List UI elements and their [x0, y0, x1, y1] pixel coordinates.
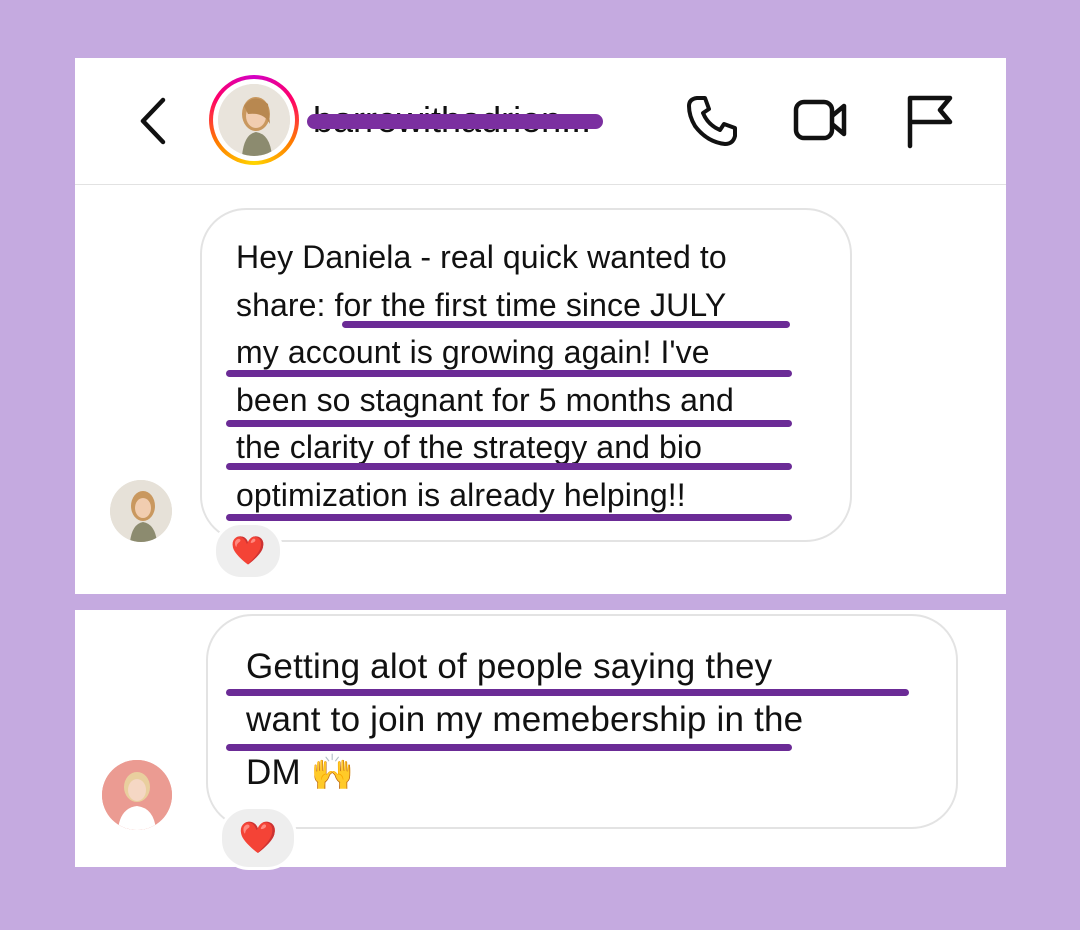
story-avatar[interactable]	[209, 75, 299, 165]
message-line: share: for the first time since JULY	[236, 286, 727, 323]
back-button[interactable]	[133, 96, 177, 146]
message-line: optimization is already helping!!	[236, 476, 686, 513]
message-text: Getting alot of people saying they want …	[246, 640, 803, 799]
report-button[interactable]	[902, 92, 960, 150]
chat-header: barrewithadrien...	[75, 58, 1006, 185]
highlight-underline	[226, 514, 792, 521]
video-camera-icon	[793, 99, 847, 141]
message-line: want to join my memebership in the	[246, 700, 804, 739]
sender-avatar[interactable]	[110, 480, 172, 542]
message-line: the clarity of the strategy and bio	[236, 429, 702, 465]
message-line: Hey Daniela - real quick wanted to	[236, 239, 727, 275]
sender-avatar[interactable]	[102, 760, 172, 830]
dm-screenshot-1: barrewithadrien... Hey Dani	[75, 58, 1006, 594]
message-line: Getting alot of people saying they	[246, 647, 773, 686]
message-line: been so stagnant for 5 months and	[236, 381, 734, 418]
highlight-underline	[226, 463, 792, 470]
avatar-photo	[218, 84, 290, 156]
audio-call-button[interactable]	[683, 92, 741, 150]
phone-icon	[687, 96, 737, 146]
highlight-underline	[226, 744, 792, 751]
video-call-button[interactable]	[792, 92, 850, 150]
heart-reaction[interactable]: ❤️	[219, 806, 297, 870]
highlight-underline	[226, 420, 792, 427]
redaction-bar	[307, 114, 603, 129]
flag-icon	[907, 95, 953, 149]
dm-screenshot-2: Getting alot of people saying they want …	[75, 610, 1006, 870]
highlight-underline	[226, 370, 792, 377]
message-line: DM 🙌	[246, 753, 355, 792]
highlight-underline	[226, 689, 909, 696]
message-line: my account is growing again! I've	[236, 334, 710, 370]
highlight-underline	[342, 321, 790, 328]
heart-reaction[interactable]: ❤️	[213, 522, 283, 580]
chevron-left-icon	[140, 97, 166, 145]
